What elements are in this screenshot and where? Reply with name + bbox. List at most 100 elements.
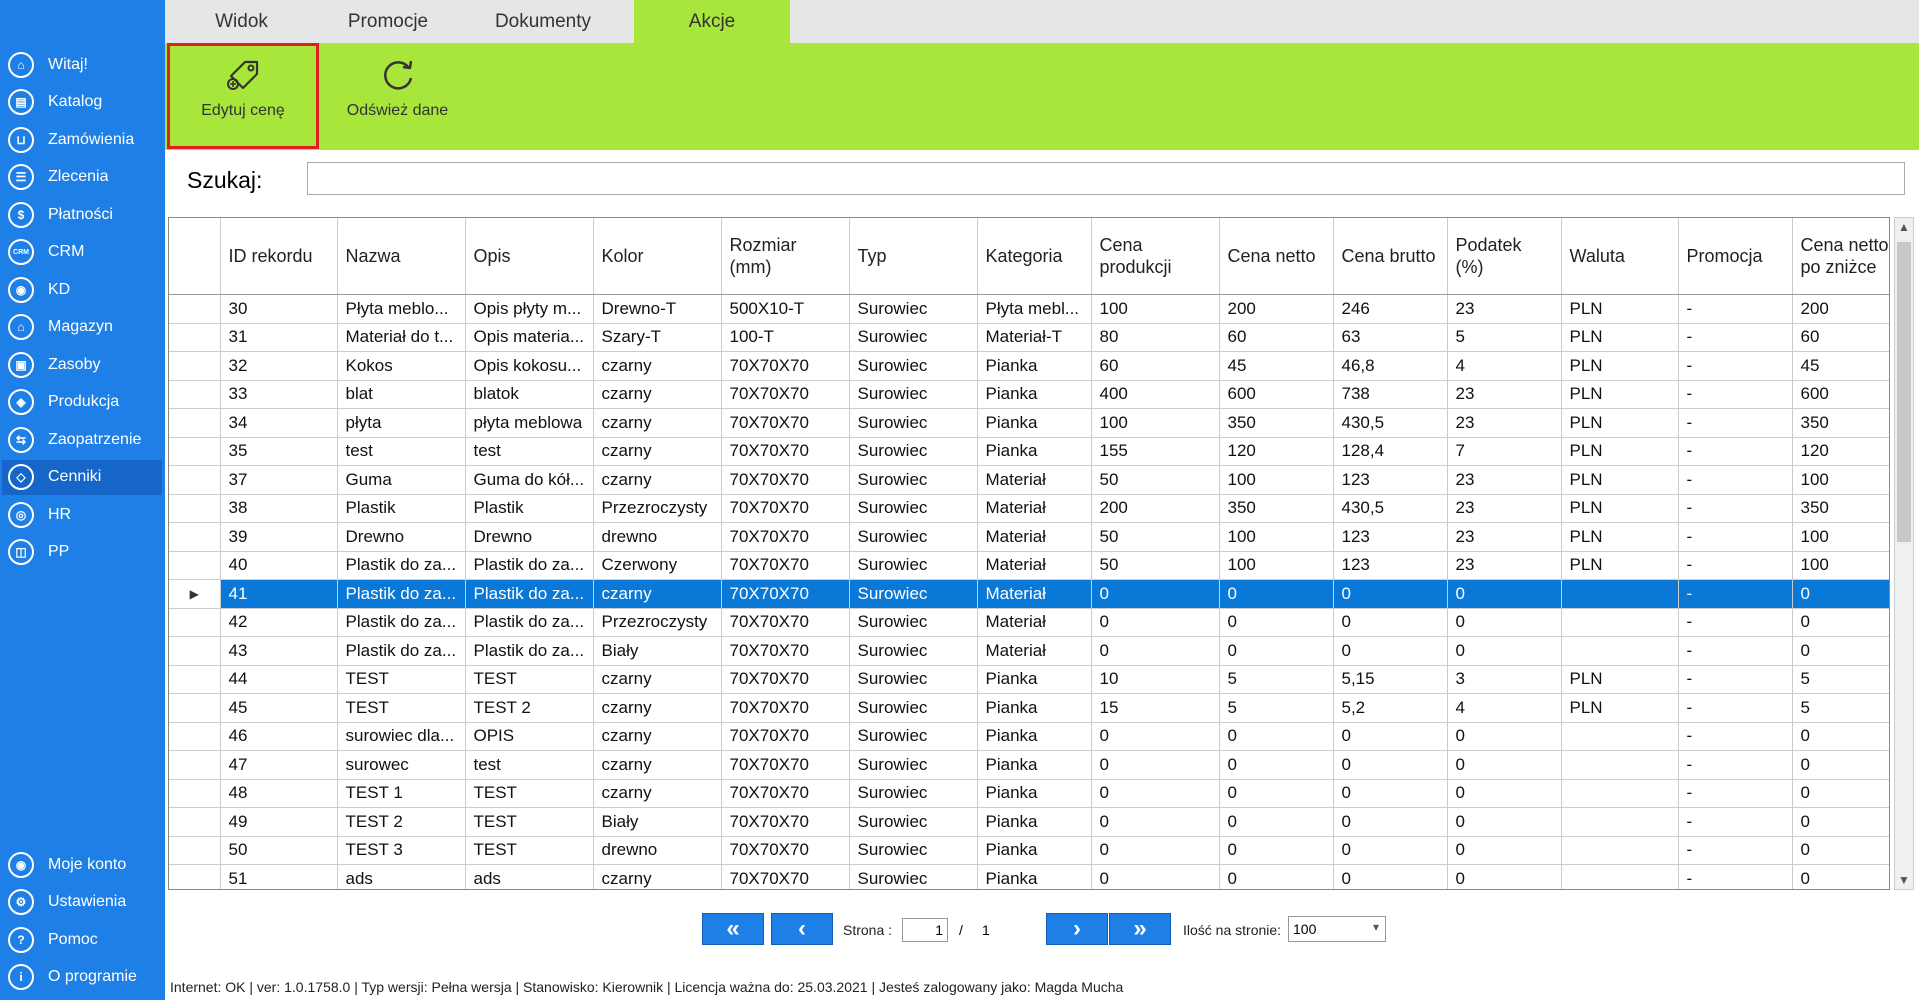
table-cell[interactable]: 0 [1333,608,1448,637]
table-cell[interactable]: 5 [1792,693,1889,723]
table-cell[interactable]: 3 [1447,665,1562,694]
table-cell[interactable]: czarny [593,665,722,694]
sidebar-item-katalog[interactable]: ▤ Katalog [2,85,162,120]
table-cell[interactable]: Surowiec [849,323,978,352]
table-cell[interactable]: 100 [1091,408,1220,438]
table-cell[interactable]: 50 [220,836,338,865]
table-cell[interactable]: Materiał [977,579,1092,609]
table-cell[interactable]: 23 [1447,465,1562,495]
table-cell[interactable] [1561,750,1679,780]
table-cell[interactable]: 49 [220,807,338,837]
table-cell[interactable]: czarny [593,693,722,723]
table-cell[interactable]: PLN [1561,380,1679,409]
row-header[interactable] [169,836,221,865]
table-row[interactable]: 34 płyta płyta meblowa czarny 70X70X70 Surowi… [169,408,1889,438]
table-cell[interactable]: 47 [220,750,338,780]
table-cell[interactable]: 70X70X70 [721,408,850,438]
table-cell[interactable]: 23 [1447,522,1562,552]
table-cell[interactable]: 0 [1091,579,1220,609]
search-input[interactable] [307,162,1905,195]
row-header[interactable] [169,722,221,751]
table-cell[interactable]: 0 [1333,807,1448,837]
table-cell[interactable]: ads [465,864,594,889]
table-cell[interactable]: - [1678,779,1793,808]
table-cell[interactable]: 35 [220,437,338,466]
table-cell[interactable]: 39 [220,522,338,552]
table-cell[interactable]: 5 [1792,665,1889,694]
table-cell[interactable]: Materiał [977,551,1092,580]
row-header[interactable] [169,351,221,381]
table-cell[interactable]: 0 [1792,636,1889,666]
sidebar-item-magazyn[interactable]: ⌂ Magazyn [2,310,162,345]
table-cell[interactable]: 123 [1333,551,1448,580]
table-cell[interactable]: czarny [593,779,722,808]
table-cell[interactable]: 30 [220,294,338,324]
table-cell[interactable]: - [1678,807,1793,837]
table-row[interactable]: 47 surowec test czarny 70X70X70 Surowiec Piank… [169,750,1889,780]
table-cell[interactable]: Pianka [977,437,1092,466]
sidebar-item-zaopatrzenie[interactable]: ⇆ Zaopatrzenie [2,422,162,457]
table-cell[interactable]: 0 [1333,779,1448,808]
table-cell[interactable]: 23 [1447,380,1562,409]
table-cell[interactable]: 0 [1091,836,1220,865]
column-header[interactable]: Typ [849,218,978,295]
table-cell[interactable]: 4 [1447,693,1562,723]
table-cell[interactable]: 43 [220,636,338,666]
table-cell[interactable]: PLN [1561,494,1679,523]
table-cell[interactable]: 37 [220,465,338,495]
table-cell[interactable]: 200 [1219,294,1334,324]
table-cell[interactable]: czarny [593,437,722,466]
table-row[interactable]: 42 Plastik do za... Plastik do za... Przezr… [169,608,1889,637]
table-cell[interactable]: 200 [1792,294,1889,324]
table-row[interactable]: 49 TEST 2 TEST Biały 70X70X70 Surowiec Pianka 0… [169,807,1889,837]
sidebar-item-ustawienia[interactable]: ⚙ Ustawienia [2,885,162,920]
refresh-data-button[interactable]: Odśwież dane [325,43,470,149]
table-cell[interactable]: 100 [1219,551,1334,580]
table-cell[interactable]: Drewno [337,522,466,552]
tab-promocje[interactable]: Promocje [318,0,458,43]
table-cell[interactable]: 50 [1091,465,1220,495]
table-cell[interactable]: 70X70X70 [721,608,850,637]
table-cell[interactable]: 0 [1091,722,1220,751]
table-cell[interactable]: surowiec dla... [337,722,466,751]
table-row[interactable]: 50 TEST 3 TEST drewno 70X70X70 Surowiec Pianka… [169,836,1889,865]
table-cell[interactable]: 350 [1219,408,1334,438]
row-header[interactable] [169,408,221,438]
sidebar-item-hr[interactable]: ◎ HR [2,497,162,532]
table-cell[interactable]: 70X70X70 [721,636,850,666]
table-cell[interactable]: 350 [1219,494,1334,523]
table-cell[interactable]: 120 [1219,437,1334,466]
table-cell[interactable]: blatok [465,380,594,409]
table-cell[interactable]: Pianka [977,779,1092,808]
table-cell[interactable]: - [1678,323,1793,352]
table-cell[interactable]: - [1678,579,1793,609]
table-cell[interactable]: TEST 3 [337,836,466,865]
table-cell[interactable]: 10 [1091,665,1220,694]
table-cell[interactable]: Pianka [977,807,1092,837]
table-cell[interactable]: 80 [1091,323,1220,352]
table-row[interactable]: ▶ 41 Plastik do za... Plastik do za... czarn… [169,579,1889,609]
table-cell[interactable] [1561,864,1679,889]
table-cell[interactable]: PLN [1561,351,1679,381]
table-cell[interactable]: 0 [1219,579,1334,609]
table-cell[interactable]: czarny [593,864,722,889]
table-cell[interactable]: Surowiec [849,636,978,666]
table-cell[interactable]: - [1678,693,1793,723]
table-cell[interactable] [1561,636,1679,666]
table-cell[interactable]: 5,2 [1333,693,1448,723]
table-cell[interactable]: Plastik do za... [337,579,466,609]
row-header[interactable] [169,779,221,808]
sidebar-item-zam-wienia[interactable]: ⊔ Zamówienia [2,122,162,157]
table-cell[interactable]: 123 [1333,522,1448,552]
table-cell[interactable]: 70X70X70 [721,665,850,694]
table-cell[interactable]: Materiał-T [977,323,1092,352]
edit-price-button[interactable]: Edytuj cenę [167,43,319,149]
table-cell[interactable]: Surowiec [849,864,978,889]
table-cell[interactable]: 0 [1792,579,1889,609]
table-cell[interactable]: - [1678,750,1793,780]
table-cell[interactable]: TEST 2 [337,807,466,837]
tab-dokumenty[interactable]: Dokumenty [458,0,628,43]
table-cell[interactable]: 0 [1447,779,1562,808]
table-cell[interactable]: test [465,437,594,466]
table-cell[interactable]: 500X10-T [721,294,850,324]
